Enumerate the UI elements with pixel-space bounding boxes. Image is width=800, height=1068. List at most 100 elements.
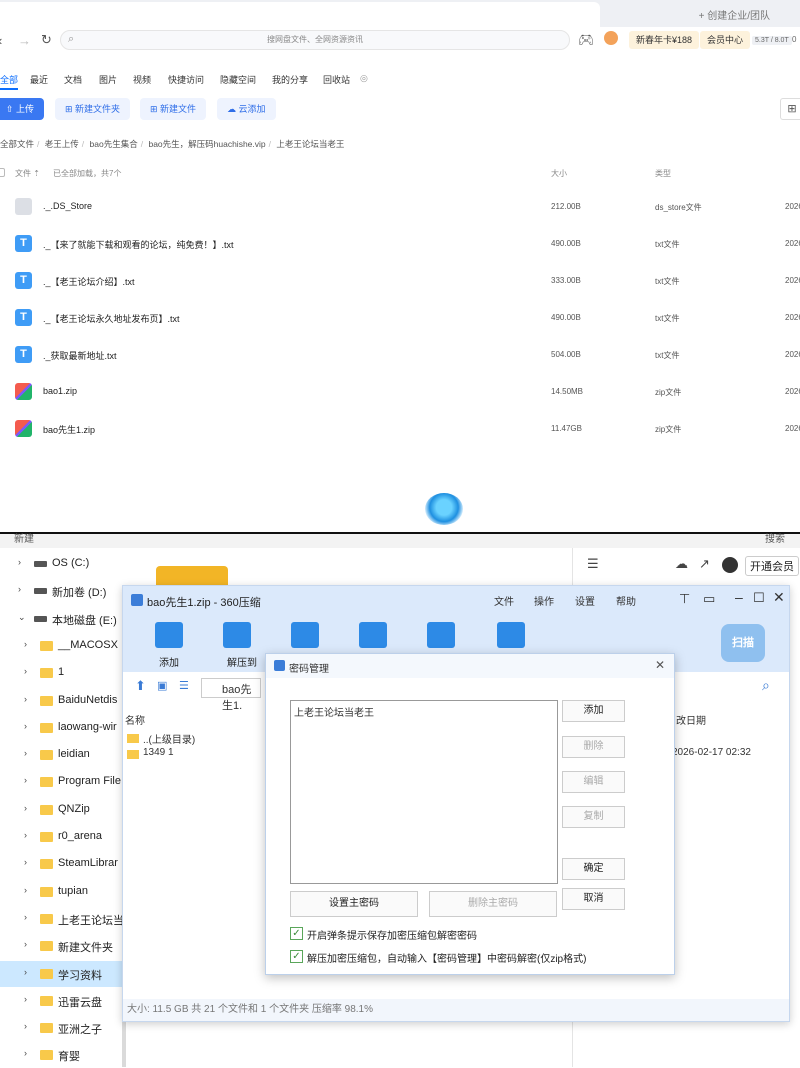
tree-item[interactable]: › laowang-wir — [0, 715, 122, 741]
tree-item[interactable]: › QNZip — [0, 797, 122, 823]
chevron-right-icon[interactable]: › — [24, 967, 27, 977]
chevron-right-icon[interactable]: › — [24, 939, 27, 949]
refresh-icon[interactable]: ↻ — [41, 32, 52, 48]
chevron-right-icon[interactable]: › — [24, 775, 27, 785]
cloud-add-button[interactable]: ☁ 云添加 — [217, 98, 276, 120]
new-file-button[interactable]: ⊞ 新建文件 — [140, 98, 207, 120]
open-vip-button[interactable]: 开通会员 — [745, 556, 799, 576]
password-entry[interactable]: 上老王论坛当老王 — [294, 704, 374, 719]
scan-button[interactable]: 扫描 — [721, 624, 765, 662]
ribbon-search[interactable]: 搜索 — [765, 530, 785, 545]
zip-menu-file[interactable]: 文件 — [494, 593, 514, 608]
tree-item[interactable]: › tupian — [0, 879, 122, 905]
add-icon[interactable] — [155, 622, 183, 648]
col-date[interactable]: 改日期 — [676, 712, 706, 727]
tab-recycle-bin[interactable]: 回收站 — [323, 73, 350, 86]
create-team-link[interactable]: + 创建企业/团队 — [699, 7, 770, 22]
tab-hidden-space[interactable]: 隐藏空间 — [220, 73, 256, 86]
tool-label[interactable]: 添加 — [159, 654, 179, 669]
avatar[interactable] — [722, 557, 738, 573]
tree-item[interactable]: › 1 — [0, 660, 122, 686]
chevron-right-icon[interactable]: › — [24, 885, 27, 895]
tree-item[interactable]: › OS (C:) — [0, 551, 122, 577]
chevron-right-icon[interactable]: › — [24, 803, 27, 813]
ok-button[interactable]: 确定 — [562, 858, 625, 880]
tool-label[interactable]: 解压到 — [227, 654, 257, 669]
tab-quick-access[interactable]: 快捷访问 — [168, 73, 204, 86]
tree-item[interactable]: ⌄ 本地磁盘 (E:) — [0, 606, 122, 632]
search-icon[interactable]: ⌕ — [762, 677, 770, 694]
set-master-password-button[interactable]: 设置主密码 — [290, 891, 418, 917]
chevron-right-icon[interactable]: › — [24, 912, 27, 922]
chevron-right-icon[interactable]: › — [24, 694, 27, 704]
chevron-right-icon[interactable]: › — [24, 994, 27, 1004]
table-row[interactable]: T ._获取最新地址.txt 504.00B txt文件 2026 — [0, 337, 800, 374]
close-icon[interactable]: ✕ — [655, 658, 665, 672]
image-icon[interactable] — [427, 622, 455, 648]
crumb-laowang-upload[interactable]: 老王上传 — [45, 139, 79, 149]
select-all-checkbox[interactable] — [0, 168, 5, 177]
new-folder-button[interactable]: ⊞ 新建文件夹 — [55, 98, 131, 120]
option-auto-input-checkbox[interactable]: ✓ — [290, 950, 303, 963]
upload-button[interactable]: ⇧ 上传 — [0, 98, 45, 120]
col-size[interactable]: 大小 — [551, 168, 567, 179]
tree-item[interactable]: › 新建文件夹 — [0, 933, 122, 959]
chevron-right-icon[interactable]: › — [24, 639, 27, 649]
tree-item[interactable]: › 迅雷云盘 — [0, 988, 122, 1014]
zip-menu-operate[interactable]: 操作 — [534, 593, 554, 608]
share-icon[interactable]: ↗ — [699, 556, 710, 572]
close-icon[interactable]: ✕ — [773, 589, 785, 606]
tree-item[interactable]: › 学习资料 — [0, 960, 122, 987]
tab-my-share[interactable]: 我的分享 — [272, 73, 308, 86]
cleanup-icon[interactable] — [359, 622, 387, 648]
tree-item[interactable]: › SteamLibrar — [0, 851, 122, 877]
delete-master-password-button[interactable]: 删除主密码 — [429, 891, 557, 917]
minimize-archive-icon[interactable] — [291, 622, 319, 648]
feedback-icon[interactable]: ▭ — [703, 591, 715, 607]
cancel-button[interactable]: 取消 — [562, 888, 625, 910]
tree-item[interactable]: › 上老王论坛当 — [0, 906, 122, 932]
col-type[interactable]: 类型 — [655, 168, 671, 179]
security-icon[interactable] — [497, 622, 525, 648]
table-row[interactable]: bao先生1.zip 11.47GB zip文件 2026 — [0, 411, 800, 448]
ribbon-new[interactable]: 新建 — [14, 530, 34, 545]
tree-item[interactable]: › 新加卷 (D:) — [0, 578, 122, 604]
chevron-right-icon[interactable]: › — [24, 748, 27, 758]
assistant-mascot-icon[interactable] — [425, 493, 463, 525]
extract-icon[interactable] — [223, 622, 251, 648]
skin-icon[interactable]: ⊤ — [679, 591, 690, 607]
tree-item[interactable]: › __MACOSX — [0, 633, 122, 659]
edit-password-button[interactable]: 编辑 — [562, 771, 625, 793]
table-row[interactable]: T ._【老王论坛介绍】.txt 333.00B txt文件 2026 — [0, 263, 800, 300]
tab-video[interactable]: 视频 — [133, 73, 151, 86]
promo-button[interactable]: 新春年卡¥188 — [629, 31, 700, 49]
crumb-bao-code[interactable]: bao先生，解压码huachishe.vip — [148, 139, 265, 149]
tab-docs[interactable]: 文档 — [64, 73, 82, 86]
list-view-icon[interactable]: ☰ — [179, 679, 189, 692]
tree-item[interactable]: › Program File — [0, 769, 122, 795]
col-name[interactable]: 名称 — [125, 712, 145, 727]
col-file[interactable]: 文件 ⇡ — [15, 168, 40, 179]
tree-item[interactable]: › 育婴 — [0, 1042, 122, 1068]
vip-center-button[interactable]: 会员中心 — [700, 31, 751, 49]
up-icon[interactable]: ⬆ — [135, 678, 146, 694]
more-icon[interactable]: ◎ — [360, 73, 368, 84]
chevron-right-icon[interactable]: › — [24, 1021, 27, 1031]
cloud-upload-icon[interactable]: ☁ — [675, 556, 688, 572]
table-row[interactable]: bao1.zip 14.50MB zip文件 2026 — [0, 374, 800, 411]
password-list[interactable]: 上老王论坛当老王 — [290, 700, 558, 884]
chevron-right-icon[interactable]: › — [24, 1048, 27, 1058]
table-row[interactable]: T ._【老王论坛永久地址发布页】.txt 490.00B txt文件 2026 — [0, 300, 800, 337]
add-password-button[interactable]: 添加 — [562, 700, 625, 722]
tab-recent[interactable]: 最近 — [30, 73, 48, 86]
zip-menu-help[interactable]: 帮助 — [616, 593, 636, 608]
tab-images[interactable]: 图片 — [99, 73, 117, 86]
crumb-all-files[interactable]: 全部文件 — [0, 139, 34, 149]
chevron-down-icon[interactable]: ⌄ — [18, 612, 26, 623]
chevron-right-icon[interactable]: › — [24, 666, 27, 676]
minimize-icon[interactable]: – — [735, 589, 743, 605]
gamepad-icon[interactable]: 🎮︎ — [578, 32, 595, 48]
thumbnail-view-icon[interactable]: ▣ — [157, 679, 167, 692]
tree-item[interactable]: › 亚洲之子 — [0, 1015, 122, 1041]
avatar[interactable] — [604, 31, 618, 45]
